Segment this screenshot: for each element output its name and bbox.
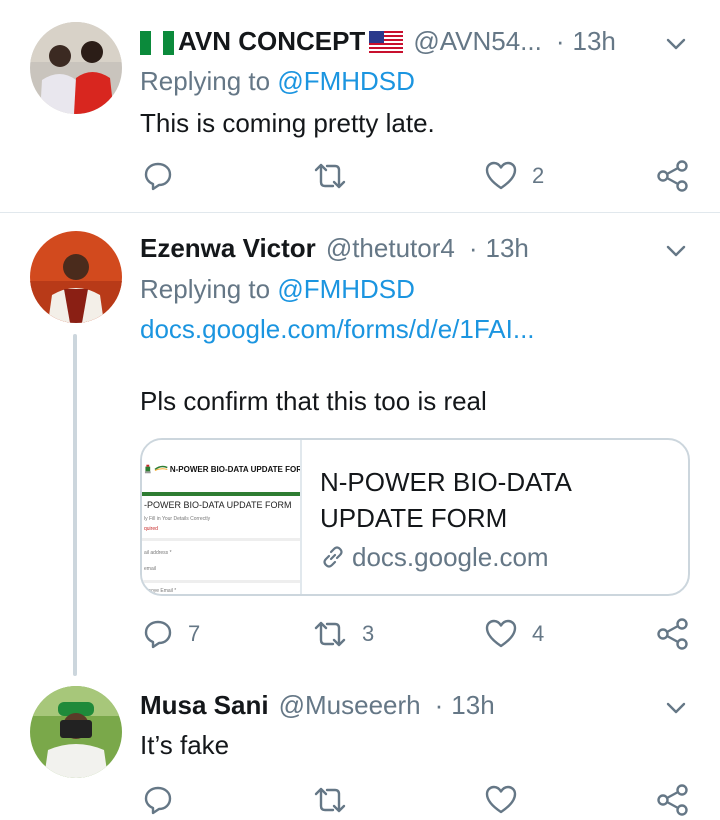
mention-link[interactable]: @FMHDSD [277,66,415,96]
avatar[interactable] [30,22,122,114]
share-button[interactable] [656,614,690,654]
avatar[interactable] [30,686,122,778]
user-handle[interactable]: @AVN54... [413,24,542,58]
tweet-avn-concept[interactable]: AVN CONCEPT @AVN54... · 13h Replying to … [0,0,720,212]
like-button[interactable]: 4 [484,614,544,654]
retweet-button[interactable]: 3 [312,614,374,654]
heart-icon [485,619,517,648]
timestamp[interactable]: 13h [486,231,529,265]
share-icon [657,618,688,650]
thumbnail-accent-bar [142,492,300,496]
thumbnail-text: ly Fill in Your Details Correctly [144,516,211,522]
like-count: 2 [532,163,545,188]
share-icon [657,160,688,192]
reply-count: 7 [188,621,201,646]
retweet-button[interactable] [312,780,362,820]
card-url: docs.google.com [320,540,549,574]
user-handle[interactable]: @thetutor4 [326,231,455,265]
usa-flag-icon [369,29,404,55]
retweet-button[interactable] [312,156,362,196]
chevron-down-icon[interactable] [662,694,690,722]
retweet-icon [314,163,346,189]
reply-button[interactable] [142,156,188,196]
card-title: N-POWER BIO-DATA UPDATE FORM [320,467,571,533]
retweet-icon [314,621,346,647]
like-button[interactable] [484,780,532,820]
like-button[interactable]: 2 [484,156,544,196]
tweet-musa-sani[interactable]: Musa Sani @Museeerh · 13h It’s fake [0,676,720,820]
mention-link[interactable]: @FMHDSD [277,274,415,304]
coat-of-arms-icon [144,464,151,474]
tweet-actions: 7 3 4 [140,614,700,654]
nigeria-flag-icon [140,29,174,55]
display-name[interactable]: AVN CONCEPT [178,24,365,58]
replying-to: Replying to @FMHDSD [140,64,415,98]
chevron-down-icon[interactable] [662,30,690,58]
thumbnail-text: ail address * [144,550,172,556]
separator-dot: · [555,26,565,56]
replying-to-label: Replying to [140,66,278,96]
separator-dot: · [434,690,444,720]
replying-to: Replying to @FMHDSD [140,272,415,306]
separator-dot: · [468,233,478,263]
thumbnail-form-title: -POWER BIO-DATA UPDATE FORM [144,500,292,510]
reply-icon [144,786,172,815]
like-count: 4 [532,621,545,646]
thumbnail-text: mooye Email * [144,588,177,594]
reply-button[interactable] [142,780,188,820]
reply-button[interactable]: 7 [142,614,200,654]
retweet-count: 3 [362,621,375,646]
avatar[interactable] [30,231,122,323]
retweet-icon [314,787,346,813]
link-preview-thumbnail: N-POWER BIO-DATA UPDATE FOR -POWER BIO-D… [142,440,302,594]
reply-icon [144,620,172,649]
share-icon [657,784,688,816]
display-name[interactable]: Ezenwa Victor [140,231,316,265]
replying-to-label: Replying to [140,274,278,304]
tweet-actions [140,780,700,820]
tweet-text: It’s fake [140,730,230,760]
tweet-text: This is coming pretty late. [140,108,435,138]
share-button[interactable] [656,156,690,196]
thumbnail-rule [142,580,300,583]
link-preview-card[interactable]: N-POWER BIO-DATA UPDATE FOR -POWER BIO-D… [140,438,690,596]
timestamp[interactable]: 13h [451,688,494,722]
share-button[interactable] [656,780,690,820]
tweet-text: Pls confirm that this too is real [140,386,487,416]
reply-icon [144,162,172,191]
timestamp[interactable]: 13h [573,24,616,58]
link-icon [323,546,343,568]
thumbnail-rule [142,538,300,541]
thumbnail-text: quired [144,526,158,532]
card-url-text: docs.google.com [352,542,549,572]
thumbnail-header-text: N-POWER BIO-DATA UPDATE FOR [169,464,302,474]
heart-icon [485,785,517,814]
tweet-link[interactable]: docs.google.com/forms/d/e/1FAI... [140,312,535,346]
user-handle[interactable]: @Museeerh [279,688,421,722]
thumbnail-text: email [144,566,156,572]
chevron-down-icon[interactable] [662,237,690,265]
npower-logo-icon [154,465,168,471]
display-name[interactable]: Musa Sani [140,688,269,722]
heart-icon [485,161,517,190]
tweet-actions: 2 [140,156,700,196]
